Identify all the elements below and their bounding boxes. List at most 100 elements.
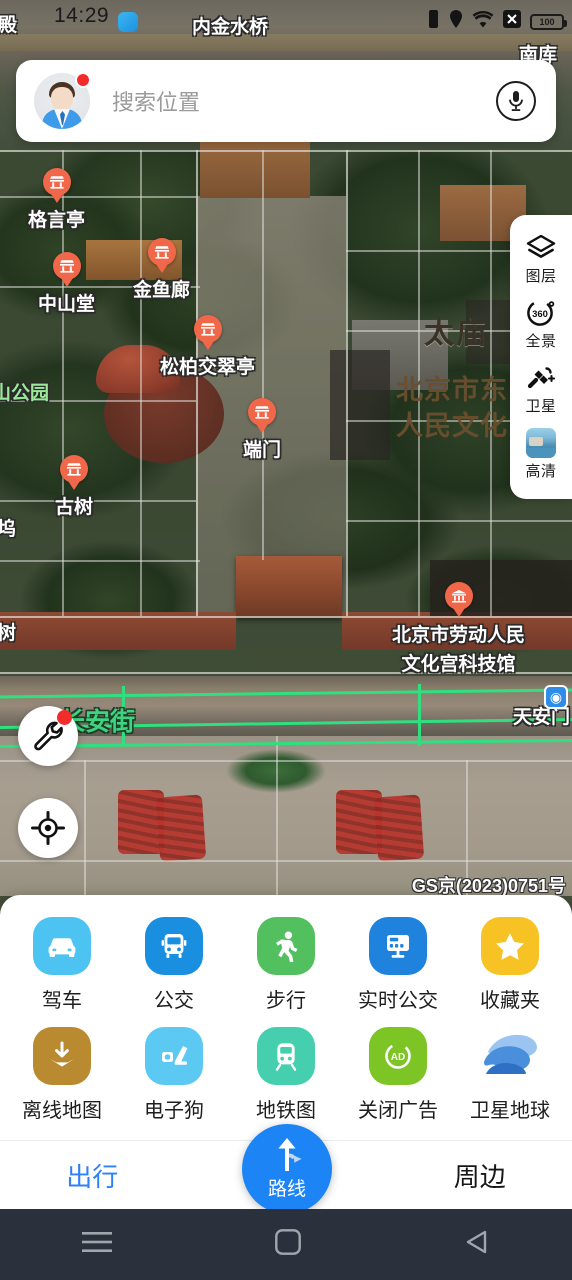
- action-favorites[interactable]: 收藏夹: [458, 917, 562, 1013]
- route-button[interactable]: 路线: [242, 1124, 332, 1214]
- action-label: 步行: [266, 990, 306, 1012]
- gate-pin-icon: [248, 398, 276, 426]
- map-tool-panel: 图层 360 全景 卫星 高清: [510, 215, 572, 499]
- map-tool-hd[interactable]: 高清: [510, 422, 572, 485]
- status-icons-group: 100: [427, 10, 567, 33]
- map-poi-museum[interactable]: 北京市劳动人民 文化宫科技馆: [392, 582, 525, 676]
- map-tool-satellite[interactable]: 卫星: [510, 357, 572, 420]
- map-poi-label: 格言亭: [28, 210, 86, 231]
- map-label-zhongshan-park: 山公园: [0, 383, 50, 404]
- wifi-icon: [472, 10, 494, 33]
- map-poi-geyanting[interactable]: 格言亭: [28, 168, 85, 232]
- action-realtime-bus[interactable]: 实时公交: [346, 917, 450, 1013]
- back-triangle-icon[interactable]: [464, 1229, 490, 1260]
- microphone-icon[interactable]: [496, 81, 536, 121]
- satellite-icon: [527, 363, 555, 393]
- avatar[interactable]: [34, 72, 91, 129]
- hd-thumbnail-icon: [526, 428, 556, 458]
- car-icon: [33, 917, 91, 975]
- app-notification-icon: [118, 12, 138, 32]
- pavilion-pin-icon: [147, 238, 176, 266]
- map-label-area-line2: 人民文化: [396, 411, 508, 441]
- bus-icon: [145, 917, 203, 975]
- action-bus[interactable]: 公交: [122, 917, 226, 1013]
- map-poi-label: 端门: [243, 440, 282, 461]
- map-app-screen: 殿 内金水桥 南库 坞 树 山公园 太庙 北京市东 人民文化 格言亭 中山堂 金…: [0, 0, 572, 1280]
- vibrate-icon: [427, 10, 440, 33]
- search-bar[interactable]: 搜索位置: [16, 60, 556, 142]
- action-radar-detector[interactable]: 电子狗: [122, 1027, 226, 1123]
- status-bar: 14:29 100: [0, 0, 572, 34]
- crosshair-locate-icon: [31, 811, 65, 845]
- satellite-earth-icon: [481, 1027, 539, 1085]
- pavilion-pin-icon: [193, 315, 222, 343]
- tools-red-dot-badge: [57, 710, 72, 725]
- map-poi-duanmen[interactable]: 端门: [243, 398, 281, 462]
- location-pin-icon: [449, 10, 463, 33]
- map-tools-button[interactable]: [18, 706, 78, 766]
- map-label-taimiao: 太庙: [424, 317, 488, 350]
- map-tool-label: 图层: [525, 268, 557, 285]
- walk-icon: [257, 917, 315, 975]
- svg-text:AD: AD: [391, 1052, 405, 1063]
- map-poi-label: 松柏交翠亭: [160, 357, 256, 378]
- no-sim-icon: [503, 10, 521, 33]
- pavilion-pin-icon: [52, 252, 81, 280]
- map-tool-label: 全景: [525, 333, 557, 350]
- action-label: 驾车: [42, 990, 82, 1012]
- map-poi-gushu[interactable]: 古树: [55, 455, 93, 519]
- bottom-action-sheet: 驾车 公交 步行 实时公交 收藏夹 离线地图 电子狗 地铁图 AD 关闭广告 卫…: [0, 895, 572, 1140]
- home-square-icon[interactable]: [275, 1229, 301, 1260]
- tab-travel[interactable]: 出行: [0, 1157, 185, 1194]
- action-label: 地铁图: [256, 1100, 316, 1122]
- map-poi-jinyulang[interactable]: 金鱼廊: [133, 238, 190, 302]
- action-satellite-earth[interactable]: 卫星地球: [458, 1027, 562, 1123]
- close-ads-icon: AD: [369, 1027, 427, 1085]
- pavilion-pin-icon: [42, 168, 71, 196]
- map-label-shu: 树: [0, 623, 17, 644]
- action-subway-map[interactable]: 地铁图: [234, 1027, 338, 1123]
- tab-nearby[interactable]: 周边: [387, 1157, 572, 1194]
- museum-pin-icon: [444, 582, 473, 610]
- avatar-unread-dot: [75, 72, 91, 88]
- subway-map-icon: [257, 1027, 315, 1085]
- battery-icon: 100: [530, 13, 567, 30]
- realtime-bus-icon: [369, 917, 427, 975]
- action-label: 离线地图: [22, 1100, 102, 1122]
- search-input[interactable]: 搜索位置: [112, 85, 496, 117]
- map-tool-layers[interactable]: 图层: [510, 227, 572, 290]
- action-label: 卫星地球: [470, 1100, 550, 1122]
- map-poi-label: 金鱼廊: [133, 280, 191, 301]
- download-map-icon: [33, 1027, 91, 1085]
- map-poi-label: 古树: [55, 497, 94, 518]
- action-grid-row-2: 离线地图 电子狗 地铁图 AD 关闭广告 卫星地球: [0, 1013, 572, 1123]
- status-time: 14:29: [54, 4, 110, 27]
- map-poi-label-line2: 文化宫科技馆: [401, 654, 516, 675]
- map-label-area-line1: 北京市东: [396, 375, 508, 405]
- pavilion-pin-icon: [60, 455, 88, 483]
- action-offline-map[interactable]: 离线地图: [10, 1027, 114, 1123]
- action-close-ads[interactable]: AD 关闭广告: [346, 1027, 450, 1123]
- map-poi-label-line1: 北京市劳动人民: [392, 625, 526, 646]
- panorama-360-icon: 360: [527, 298, 555, 328]
- map-poi-zhongshantang[interactable]: 中山堂: [38, 252, 95, 316]
- action-drive[interactable]: 驾车: [10, 917, 114, 1013]
- action-label: 实时公交: [358, 990, 438, 1012]
- route-button-label: 路线: [267, 1179, 306, 1200]
- route-fork-arrow-icon: [278, 1138, 302, 1171]
- battery-percent: 100: [539, 16, 555, 27]
- metro-station-icon[interactable]: ◉: [544, 685, 568, 709]
- action-grid-row-1: 驾车 公交 步行 实时公交 收藏夹: [0, 895, 572, 1013]
- map-tool-panorama[interactable]: 360 全景: [510, 292, 572, 355]
- android-nav-bar: [0, 1209, 572, 1280]
- menu-icon[interactable]: [81, 1231, 112, 1258]
- map-tool-label: 卫星: [525, 398, 557, 415]
- star-icon: [481, 917, 539, 975]
- map-poi-songbaijiaocuiting[interactable]: 松柏交翠亭: [160, 315, 255, 379]
- action-walk[interactable]: 步行: [234, 917, 338, 1013]
- map-tool-label: 高清: [525, 463, 557, 480]
- highlighted-street-tick-2: [418, 684, 421, 746]
- map-poi-label: 中山堂: [38, 294, 96, 315]
- svg-text:360: 360: [532, 309, 548, 320]
- locate-me-button[interactable]: [18, 798, 78, 858]
